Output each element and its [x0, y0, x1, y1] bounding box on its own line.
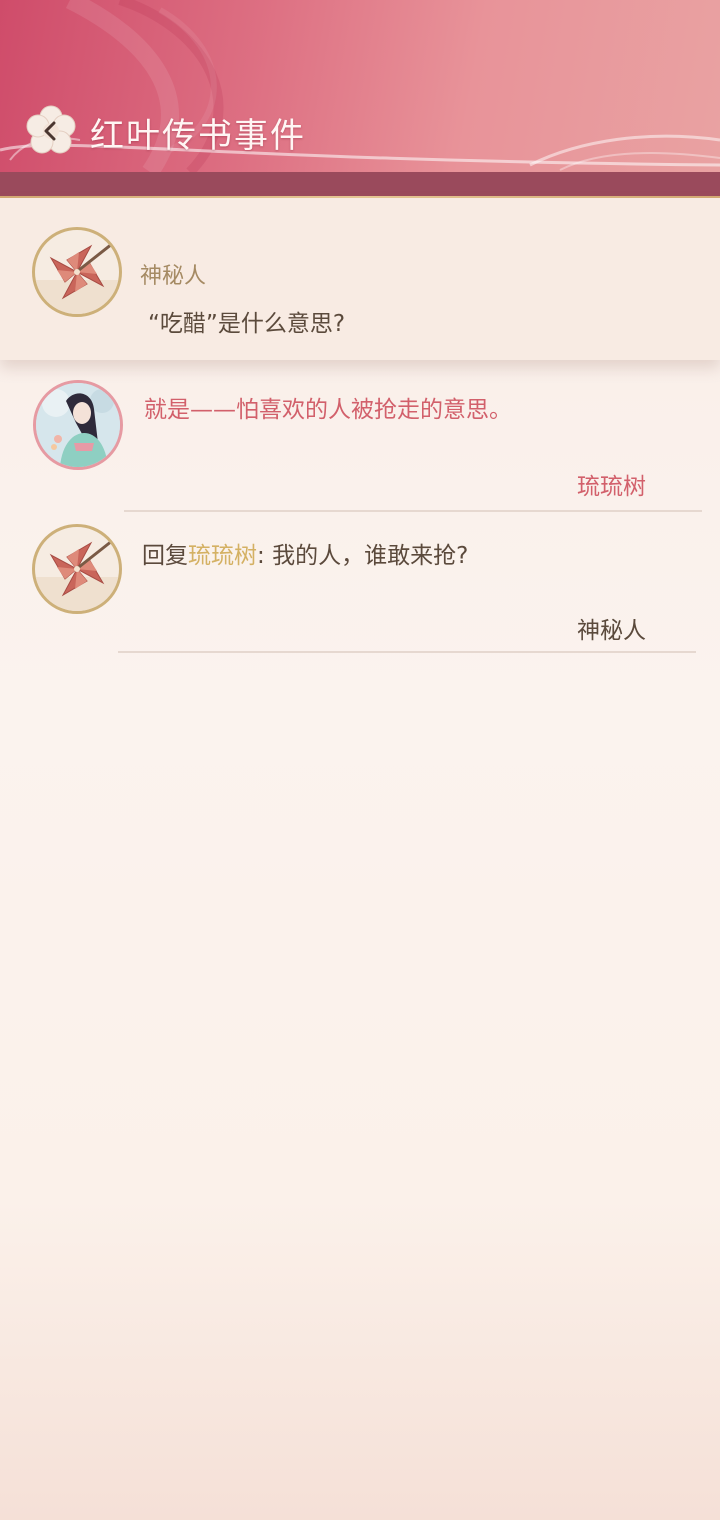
- pinwheel-icon: [35, 535, 119, 611]
- reply-divider: [118, 651, 696, 653]
- reply-content: 回复琉琉树: 我的人，谁敢来抢?: [142, 541, 468, 571]
- header-band: [0, 172, 720, 198]
- post-author-avatar[interactable]: [32, 227, 122, 317]
- reply-content: 就是——怕喜欢的人被抢走的意思。: [144, 397, 512, 423]
- pinwheel-icon: [35, 238, 119, 314]
- reply-avatar-mystery[interactable]: [32, 524, 122, 614]
- page-title: 红叶传书事件: [90, 116, 306, 156]
- reply-signature: 琉琉树: [577, 474, 646, 500]
- reply-avatar-liuliushu[interactable]: [33, 380, 123, 470]
- back-chevron-flower-icon: [26, 105, 76, 154]
- header-banner: 红叶传书事件: [0, 0, 720, 172]
- post-content: “吃醋”是什么意思?: [148, 311, 346, 337]
- reply-divider: [124, 510, 702, 512]
- reply-separator: :: [257, 543, 273, 569]
- reply-mention-link[interactable]: 琉琉树: [188, 543, 257, 569]
- character-portrait-icon: [36, 383, 120, 467]
- reply-signature: 神秘人: [577, 618, 646, 644]
- back-button[interactable]: [24, 104, 78, 158]
- reply-body: 我的人，谁敢来抢?: [272, 543, 469, 569]
- post-author-name: 神秘人: [140, 264, 207, 289]
- reply-prefix: 回复: [142, 543, 188, 569]
